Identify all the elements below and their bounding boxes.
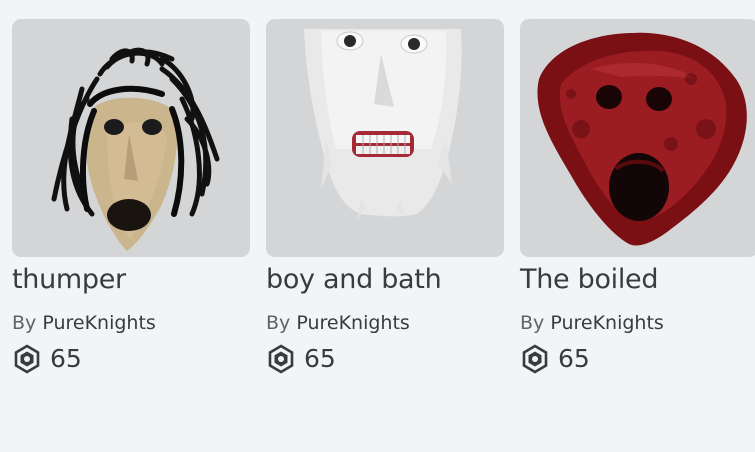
- creator-link[interactable]: PureKnights: [42, 312, 155, 334]
- by-label: By: [12, 312, 37, 334]
- robux-icon: [12, 344, 42, 374]
- item-creator: By PureKnights: [266, 311, 504, 335]
- mask-head-image: [51, 47, 220, 251]
- price-value: 65: [50, 344, 82, 373]
- price-value: 65: [558, 344, 590, 373]
- robux-icon: [520, 344, 550, 374]
- price-value: 65: [304, 344, 336, 373]
- creator-link[interactable]: PureKnights: [296, 312, 409, 334]
- item-thumbnail[interactable]: [520, 19, 755, 257]
- item-price: 65: [266, 344, 504, 374]
- catalog-grid: thumper By PureKnights 65 boy and bath B…: [12, 19, 755, 374]
- item-card-the-boiled[interactable]: The boiled By PureKnights 65: [520, 19, 755, 374]
- item-creator: By PureKnights: [12, 311, 250, 335]
- mask-head-image: [537, 32, 747, 246]
- mask-head-image: [304, 29, 462, 219]
- item-creator: By PureKnights: [520, 311, 755, 335]
- item-card-boy-and-bath[interactable]: boy and bath By PureKnights 65: [266, 19, 504, 374]
- robux-icon: [266, 344, 296, 374]
- by-label: By: [266, 312, 291, 334]
- item-thumbnail[interactable]: [266, 19, 504, 257]
- item-card-thumper[interactable]: thumper By PureKnights 65: [12, 19, 250, 374]
- item-thumbnail[interactable]: [12, 19, 250, 257]
- item-name[interactable]: thumper: [12, 263, 250, 297]
- item-price: 65: [12, 344, 250, 374]
- item-name[interactable]: The boiled: [520, 263, 755, 297]
- creator-link[interactable]: PureKnights: [550, 312, 663, 334]
- item-name[interactable]: boy and bath: [266, 263, 504, 297]
- item-price: 65: [520, 344, 755, 374]
- by-label: By: [520, 312, 545, 334]
